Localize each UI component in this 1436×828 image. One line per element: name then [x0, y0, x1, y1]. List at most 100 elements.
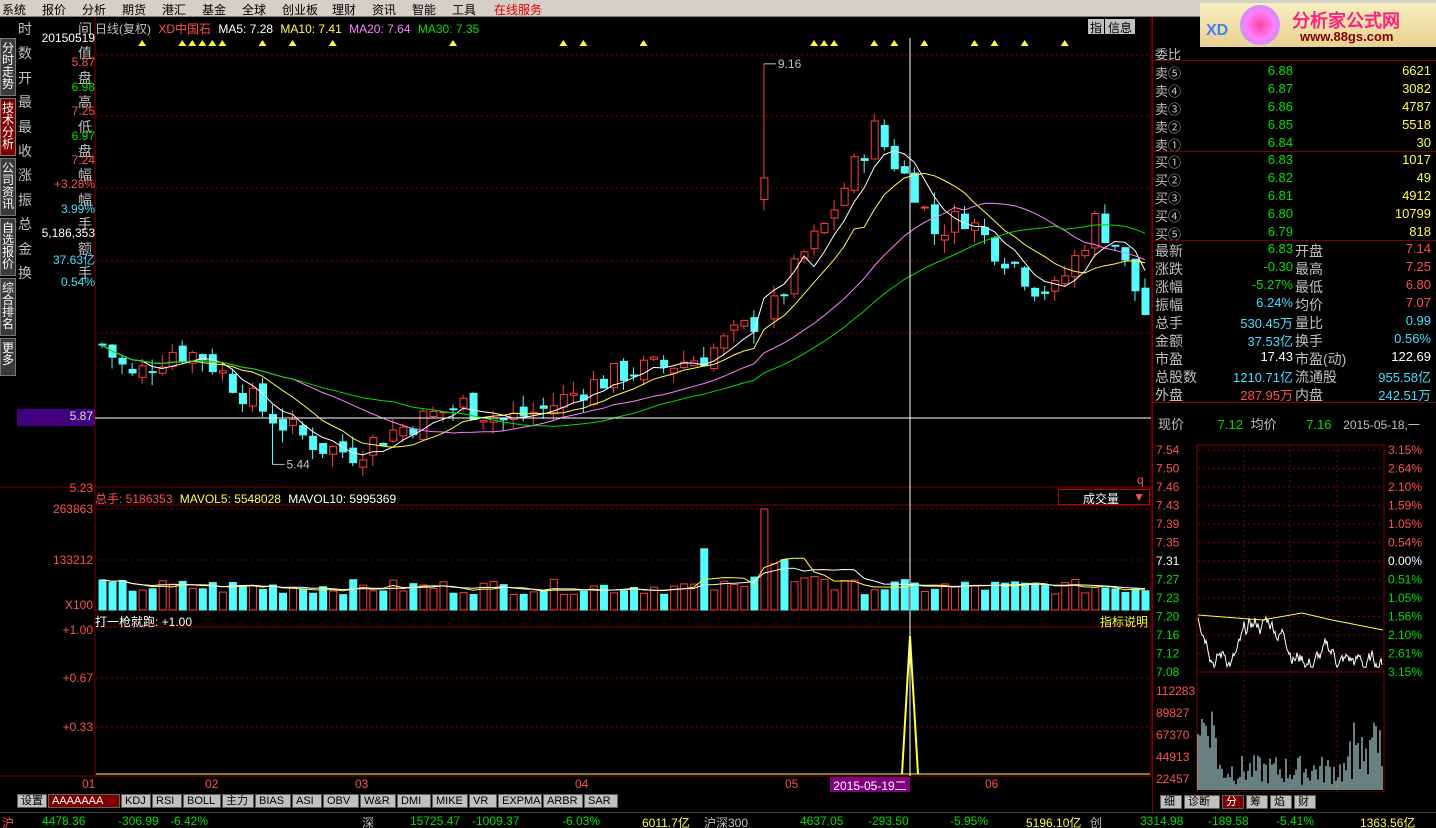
indicator-dropdown[interactable]: 成交量 ▼ [1058, 489, 1150, 506]
status-item-13: 5196.10亿 [1026, 816, 1082, 828]
indicator-tab-15[interactable]: SAR [584, 794, 618, 808]
volume-bar [128, 590, 137, 611]
signal-triangle [579, 40, 588, 46]
indicator-tab-14[interactable]: ARBR [543, 794, 583, 808]
volume-bar [519, 593, 528, 611]
indicator-tab-7[interactable]: ASI [292, 794, 322, 808]
volume-bar [279, 592, 288, 611]
stat-label-2: 量比 [1295, 315, 1323, 331]
volume-bar [198, 588, 207, 611]
indicator-tab-0[interactable]: 设置 [17, 794, 47, 808]
candle-body [128, 368, 137, 374]
volume-bar [810, 576, 819, 611]
volume-bar [880, 589, 889, 611]
candle-body [770, 295, 779, 320]
ma10-line [101, 172, 1146, 448]
mini-price-tick: 7.08 [1156, 665, 1180, 679]
status-item-18: 1363.56亿 [1360, 816, 1416, 828]
candle-body [419, 410, 428, 440]
indicator-tab-4[interactable]: BOLL [183, 794, 221, 808]
candle-body [950, 211, 959, 233]
kline-chart[interactable]: 9.16 5.44 [0, 0, 1152, 810]
mini-tab-1[interactable]: 诊断 [1184, 795, 1220, 809]
status-item-11: -293.50 [868, 814, 909, 828]
mini-tab-5[interactable]: 财 [1294, 795, 1316, 809]
stat-value: 6.24% [1256, 295, 1293, 310]
volume-bar [579, 590, 588, 611]
ma30-line [101, 224, 1146, 427]
price-axis-low: 5.23 [69, 481, 93, 495]
indicator-tab-6[interactable]: BIAS [255, 794, 291, 808]
mini-tab-3[interactable]: 筹 [1246, 795, 1268, 809]
signal-triangle [178, 40, 187, 46]
bid-volume: 10799 [1394, 206, 1431, 221]
q-marker: q [1137, 473, 1144, 487]
candle-body [148, 371, 157, 374]
candle-body [258, 383, 267, 412]
indicator-tab-1[interactable]: AAAAAAA [48, 794, 120, 808]
status-item-0: 沪 [2, 816, 15, 828]
indicator-tab-10[interactable]: DMI [397, 794, 431, 808]
candle-body [289, 419, 298, 426]
candle-body [1131, 258, 1140, 292]
ob-divider [1153, 60, 1436, 61]
candle-body [1001, 263, 1010, 269]
stock-code-label: XD [1206, 22, 1229, 39]
candle-body [168, 351, 177, 368]
candle-body [810, 230, 819, 250]
mini-tab-0[interactable]: 细 [1160, 795, 1182, 809]
volume-bar [309, 592, 318, 611]
indicator-tab-9[interactable]: W&R [360, 794, 396, 808]
stat-label-2: 换手 [1295, 333, 1323, 349]
indicator-axis-2: +0.67 [62, 671, 93, 685]
volume-total: 总手: 5186353 [95, 492, 173, 506]
candle-body [178, 345, 187, 362]
mini-tab-4[interactable]: 焰 [1270, 795, 1292, 809]
mini-price-tick: 7.54 [1156, 443, 1180, 457]
indicator-tab-5[interactable]: 主力 [222, 794, 254, 808]
volume-bar [1041, 585, 1050, 611]
volume-bar [1031, 583, 1040, 611]
indicator-tab-3[interactable]: RSI [152, 794, 182, 808]
ask-label: 卖③ [1155, 102, 1182, 117]
indicator-tab-13[interactable]: EXPMA [498, 794, 542, 808]
ask-label: 卖④ [1155, 84, 1182, 99]
intraday-chart[interactable]: 7.54 3.15% 7.50 2.64% 7.46 2.10% 7.43 1.59% 7.39… [1152, 430, 1436, 792]
candle-body [379, 442, 388, 446]
candle-body [890, 145, 899, 170]
indicator-tab-8[interactable]: OBV [323, 794, 359, 808]
stat-label: 金额 [1155, 333, 1183, 349]
volume-bar [489, 580, 498, 611]
indicator-tab-2[interactable]: KDJ [121, 794, 151, 808]
stat-label: 最新 [1155, 243, 1183, 259]
volume-bar [660, 593, 669, 611]
volume-bar [860, 594, 869, 611]
volume-bar [1091, 587, 1100, 611]
indicator-tab-12[interactable]: VR [469, 794, 497, 808]
date-tick: 03 [355, 777, 369, 791]
candle-body [589, 379, 598, 405]
ask-price: 6.86 [1267, 99, 1293, 114]
bid-price: 6.79 [1267, 224, 1293, 239]
candle-body [640, 359, 649, 381]
volume-bar [389, 579, 398, 611]
volume-bar [98, 579, 107, 611]
signal-triangle [810, 40, 819, 46]
status-item-8: 6011.7亿 [642, 816, 690, 828]
ob-divider [1153, 402, 1436, 403]
candle-body [449, 408, 458, 411]
signal-triangle [218, 40, 227, 46]
volume-bar [349, 579, 358, 611]
mini-tab-2[interactable]: 分 [1222, 795, 1244, 809]
status-item-14: 创 [1090, 816, 1103, 828]
indicator-explain-link[interactable]: 指标说明 [1100, 613, 1148, 630]
indicator-tab-11[interactable]: MIKE [432, 794, 468, 808]
volume-bar [1051, 593, 1060, 611]
candle-body [720, 335, 729, 349]
candle-body [299, 425, 308, 436]
ask-volume: 6621 [1402, 63, 1431, 78]
volume-bar [449, 592, 458, 611]
candle-body [1081, 249, 1090, 257]
min-label: 5.44 [287, 457, 311, 471]
candle-body [730, 324, 739, 331]
